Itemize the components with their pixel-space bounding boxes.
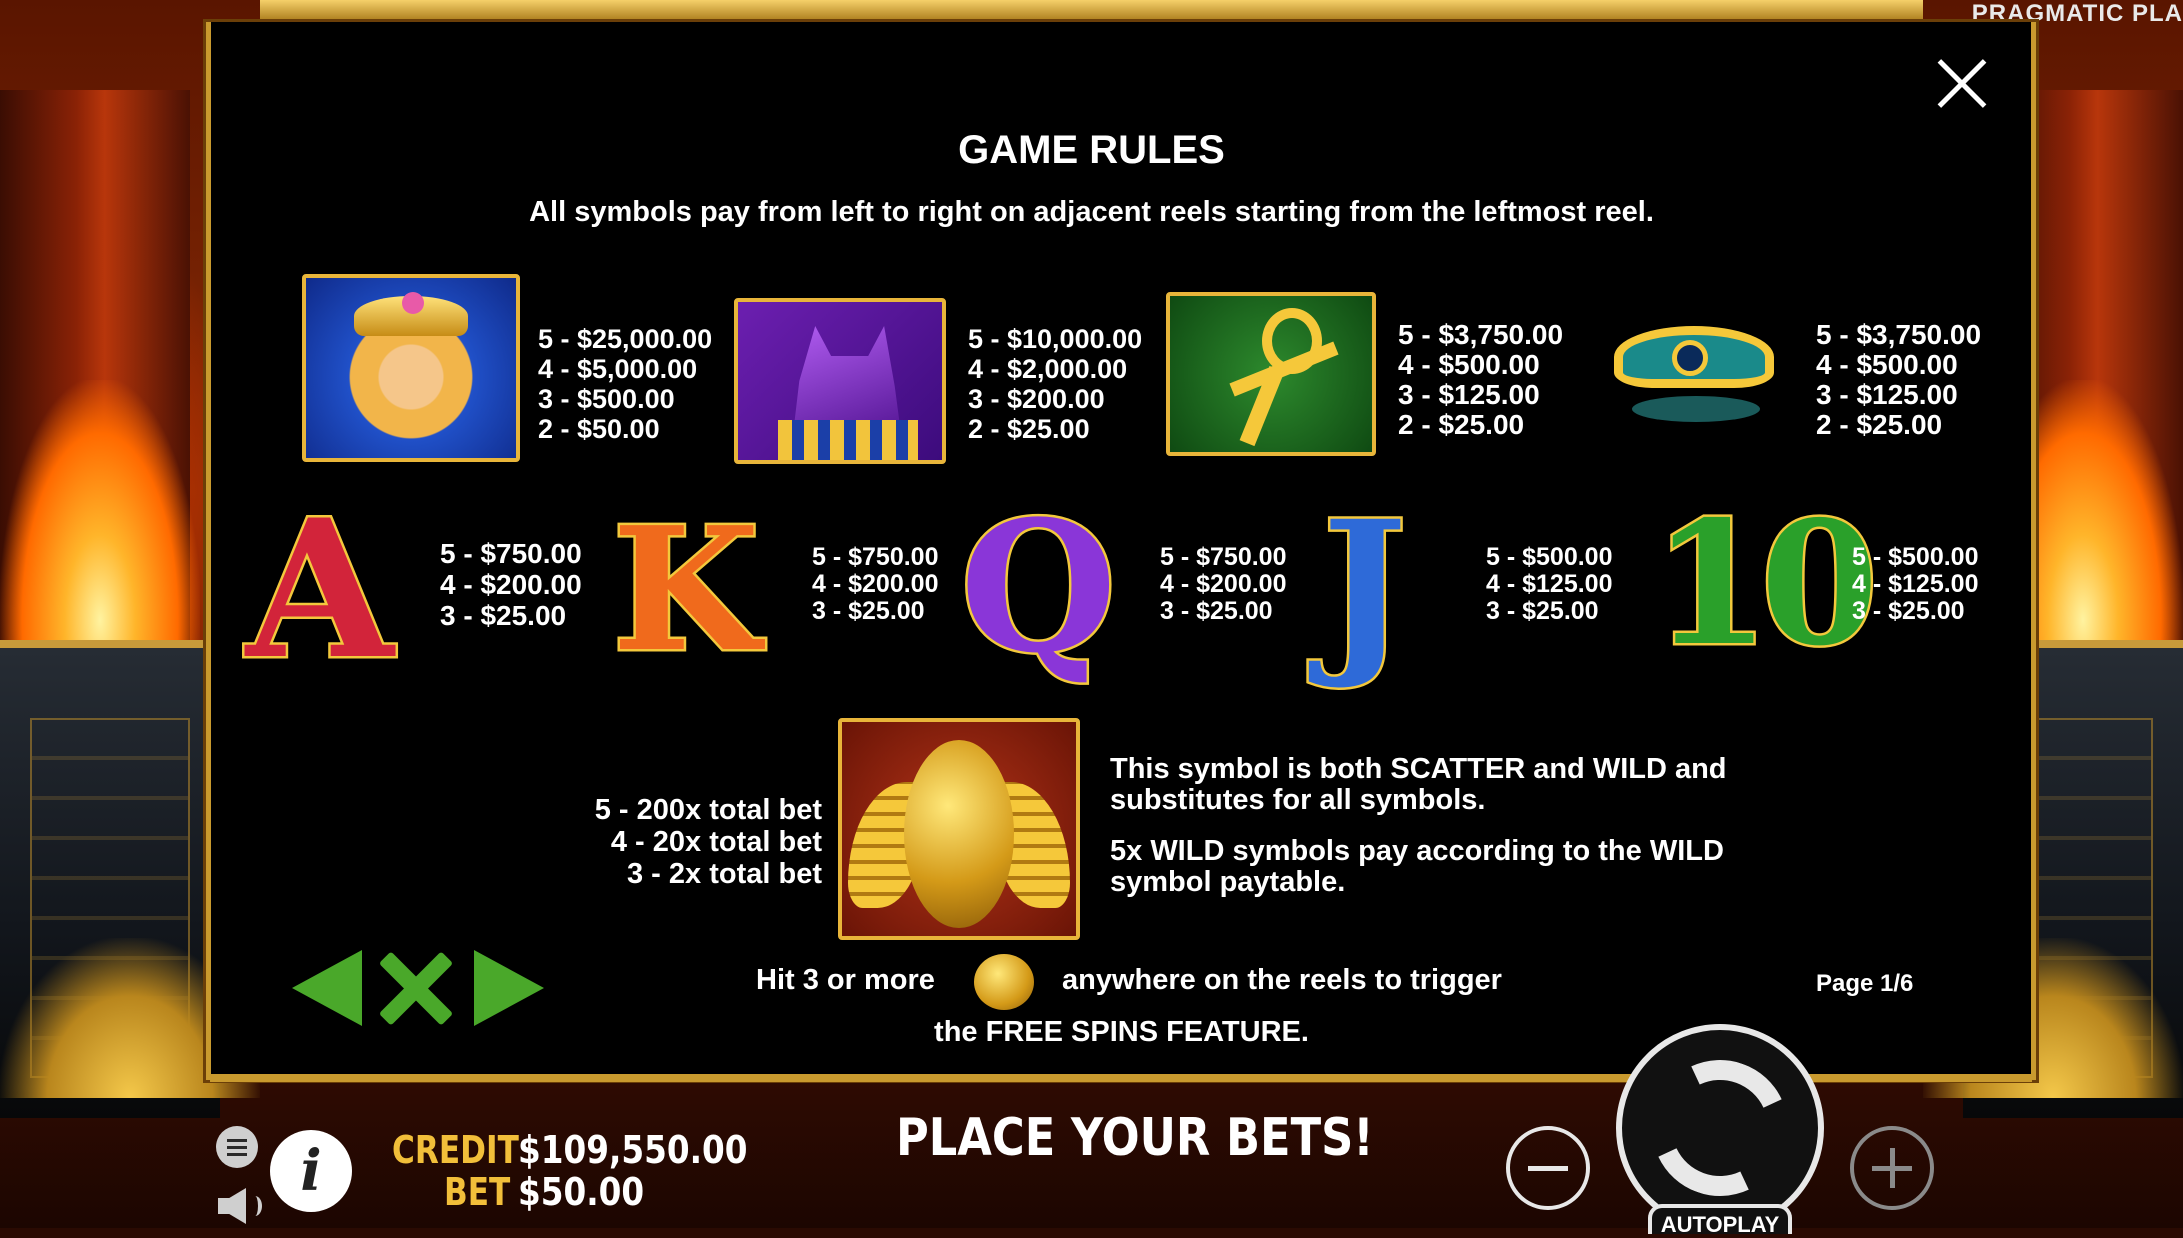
pay-line: 5 - $3,750.00 (1398, 319, 1564, 350)
q-paytable: 5 - $750.00 4 - $200.00 3 - $25.00 (1160, 544, 1287, 625)
free-spins-trigger-text: anywhere on the reels to trigger (1062, 964, 1502, 996)
pay-line: 3 - 2x total bet (627, 858, 822, 890)
rules-title: GAME RULES (958, 128, 1225, 172)
ankh-paytable: 5 - $3,750.00 4 - $500.00 3 - $125.00 2 … (1398, 320, 1563, 440)
left-torch-flame (0, 380, 200, 680)
pay-line: 4 - $200.00 (812, 570, 939, 598)
status-message: PLACE YOUR BETS! (896, 1108, 1374, 1168)
pay-line: 4 - $125.00 (1486, 570, 1613, 598)
pay-line: 5 - $25,000.00 (538, 324, 713, 354)
pay-line: 5 - $750.00 (812, 543, 939, 571)
pay-line: 5 - $500.00 (1486, 543, 1613, 571)
pay-line: 3 - $25.00 (440, 600, 567, 631)
top-frame-bar (260, 0, 1923, 22)
credit-value: $109,550.00 (518, 1128, 748, 1172)
k-paytable: 5 - $750.00 4 - $200.00 3 - $25.00 (812, 544, 939, 625)
pay-line: 3 - $25.00 (1852, 597, 1965, 625)
close-icon[interactable] (1934, 56, 1990, 112)
pay-line: 5 - $3,750.00 (1816, 319, 1982, 350)
pay-line: 2 - $50.00 (538, 414, 660, 444)
page-indicator: Page 1/6 (1816, 970, 1914, 997)
pay-line: 3 - $25.00 (1160, 597, 1273, 625)
ankh-symbol-icon (1166, 292, 1376, 456)
anubis-paytable: 5 - $10,000.00 4 - $2,000.00 3 - $200.00… (968, 324, 1142, 444)
scatter-paytable: 5 - 200x total bet 4 - 20x total bet 3 -… (560, 794, 822, 890)
letter-a-symbol: A (243, 476, 395, 704)
eye-of-horus-symbol-icon (1608, 300, 1776, 438)
pay-line: 4 - 20x total bet (610, 826, 822, 858)
pay-line: 2 - $25.00 (968, 414, 1090, 444)
pay-line: 2 - $25.00 (1398, 409, 1525, 440)
pay-line: 3 - $125.00 (1816, 379, 1958, 410)
pay-line: 4 - $200.00 (1160, 570, 1287, 598)
autoplay-button[interactable]: AUTOPLAY (1648, 1204, 1792, 1237)
letter-q-symbol: Q (958, 480, 1120, 696)
j-paytable: 5 - $500.00 4 - $125.00 3 - $25.00 (1486, 544, 1613, 625)
pay-line: 3 - $125.00 (1398, 379, 1540, 410)
pay-line: 5 - $10,000.00 (968, 324, 1143, 354)
scarab-scatter-symbol-icon (838, 718, 1080, 940)
pay-line: 5 - 200x total bet (594, 794, 822, 826)
pay-line: 4 - $2,000.00 (968, 354, 1128, 384)
wild-desc-line: 5x WILD symbols pay according to the WIL… (1110, 835, 1724, 898)
pay-line: 3 - $500.00 (538, 384, 675, 414)
sound-icon[interactable] (218, 1188, 262, 1224)
spin-button[interactable] (1616, 1024, 1824, 1232)
increase-bet-button[interactable] (1850, 1126, 1934, 1210)
pay-line: 4 - $500.00 (1398, 349, 1540, 380)
pay-line: 4 - $125.00 (1852, 570, 1979, 598)
pay-line: 3 - $200.00 (968, 384, 1105, 414)
credit-label: CREDIT (392, 1128, 519, 1172)
cleopatra-paytable: 5 - $25,000.00 4 - $5,000.00 3 - $500.00… (538, 324, 712, 444)
info-icon[interactable]: i (270, 1130, 352, 1212)
number-ten-symbol: 10 (1650, 482, 1882, 687)
pay-line: 4 - $200.00 (440, 569, 582, 600)
menu-icon[interactable] (216, 1126, 258, 1168)
pay-line: 5 - $750.00 (1160, 543, 1287, 571)
spin-icon (1632, 1040, 1808, 1216)
free-spins-trigger-text: Hit 3 or more (756, 964, 935, 996)
letter-k-symbol: K (610, 488, 763, 693)
a-paytable: 5 - $750.00 4 - $200.00 3 - $25.00 (440, 538, 582, 631)
scatter-description: This symbol is both SCATTER and WILD and… (1110, 754, 1810, 918)
anubis-symbol-icon (734, 298, 946, 464)
scatter-desc-line: This symbol is both SCATTER and WILD and… (1110, 753, 1727, 816)
decrease-bet-button[interactable] (1506, 1126, 1590, 1210)
close-x-icon[interactable] (378, 950, 454, 1026)
pay-line: 4 - $5,000.00 (538, 354, 698, 384)
ten-paytable: 5 - $500.00 4 - $125.00 3 - $25.00 (1852, 544, 1979, 625)
bet-label: BET (444, 1170, 511, 1214)
pay-line: 4 - $500.00 (1816, 349, 1958, 380)
pay-line: 5 - $500.00 (1852, 543, 1979, 571)
pay-line: 3 - $25.00 (812, 597, 925, 625)
pay-line: 3 - $25.00 (1486, 597, 1599, 625)
free-spins-feature-text: the FREE SPINS FEATURE. (934, 1016, 1309, 1048)
scarab-mini-icon (974, 954, 1034, 1010)
eye-paytable: 5 - $3,750.00 4 - $500.00 3 - $125.00 2 … (1816, 320, 1981, 440)
cleopatra-symbol-icon (302, 274, 520, 462)
pay-line: 5 - $750.00 (440, 538, 582, 569)
rules-subtitle: All symbols pay from left to right on ad… (529, 196, 1654, 228)
letter-j-symbol: J (1319, 480, 1409, 696)
bet-value: $50.00 (518, 1170, 645, 1214)
pay-line: 2 - $25.00 (1816, 409, 1943, 440)
